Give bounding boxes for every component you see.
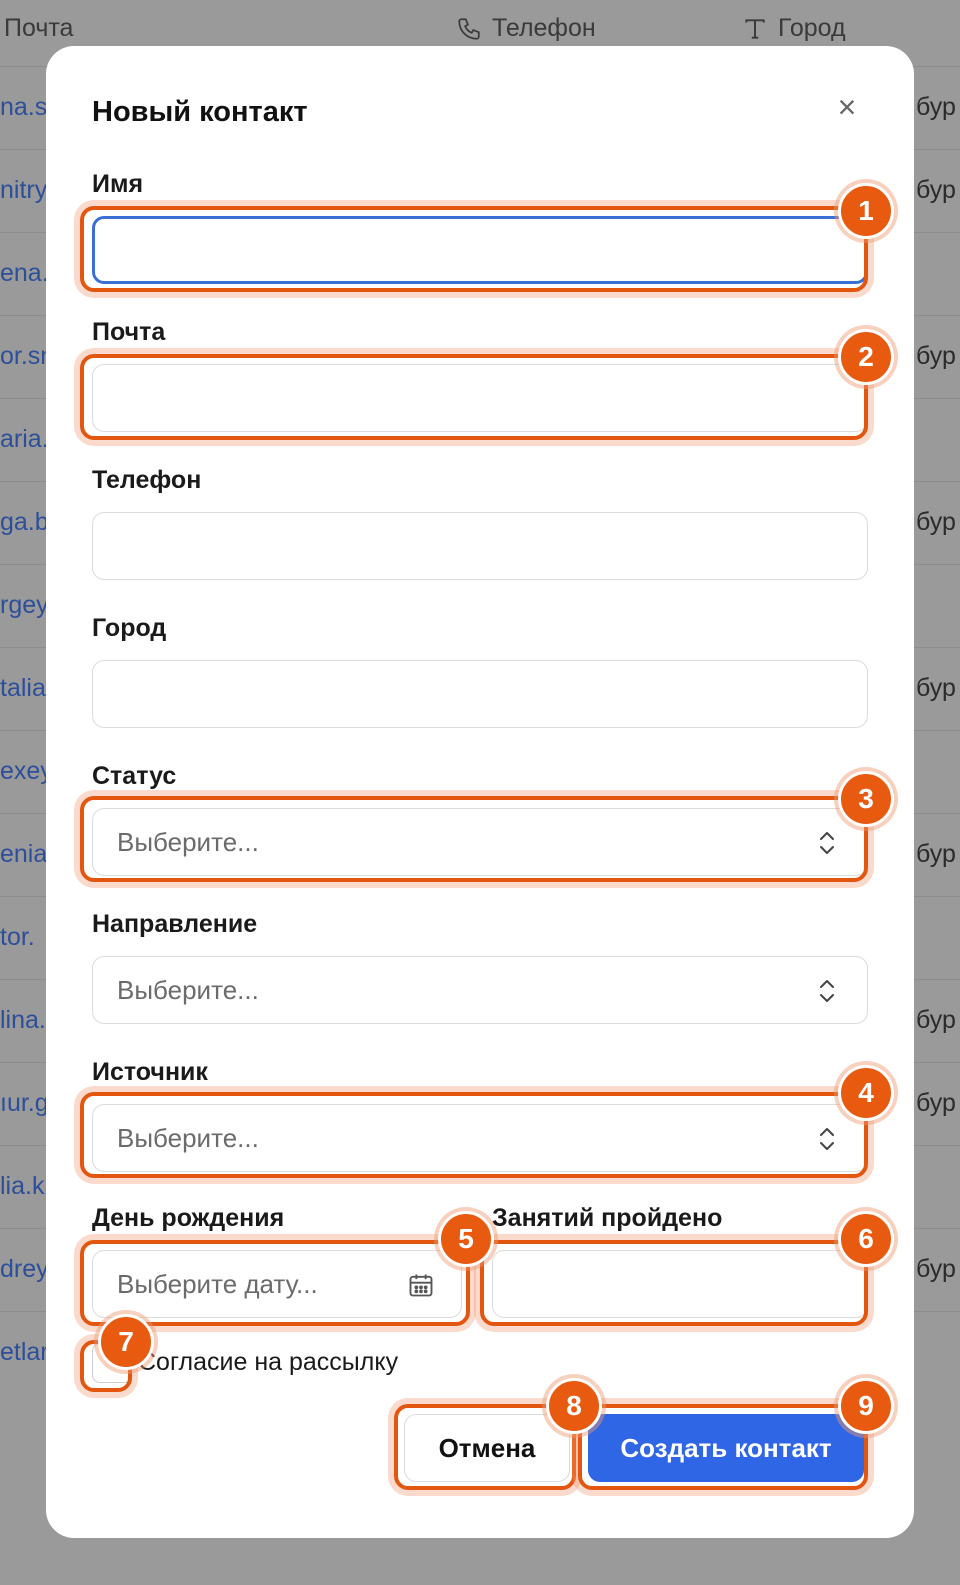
background-city-cell: бур (916, 1255, 956, 1283)
consent-label: Согласие на рассылку (138, 1348, 399, 1376)
background-city-cell: бур (916, 176, 956, 204)
background-email-cell: rgey (0, 591, 49, 619)
background-city-cell: бур (916, 342, 956, 370)
annotation-badge-7: 7 (98, 1314, 154, 1370)
background-city-cell: бур (916, 1089, 956, 1117)
column-phone: Телефон (456, 14, 596, 43)
chevron-up-down-icon (820, 1128, 834, 1150)
phone-icon (458, 17, 480, 40)
birthday-label: День рождения (92, 1204, 285, 1232)
annotation-badge-3: 3 (838, 771, 894, 827)
background-email-cell: exey (0, 757, 53, 785)
annotation-badge-9: 9 (838, 1378, 894, 1434)
email-input[interactable] (92, 364, 868, 432)
chevron-up-down-icon (820, 980, 834, 1002)
background-city-cell: бур (916, 840, 956, 868)
background-email-cell: aria. (0, 425, 49, 453)
background-email-cell: talia (0, 674, 46, 702)
name-label: Имя (92, 170, 144, 198)
phone-input[interactable] (92, 512, 868, 580)
background-city-cell: бур (916, 674, 956, 702)
annotation-badge-2: 2 (838, 329, 894, 385)
email-label: Почта (92, 318, 166, 346)
chevron-up-down-icon (820, 832, 834, 854)
column-email: Почта (4, 14, 74, 42)
background-city-cell: бур (916, 1006, 956, 1034)
status-label: Статус (92, 762, 177, 790)
phone-label: Телефон (92, 466, 202, 494)
annotation-badge-1: 1 (838, 183, 894, 239)
source-placeholder: Выберите... (117, 1122, 259, 1153)
calendar-icon (409, 1274, 433, 1297)
background-email-cell: lina. (0, 1006, 46, 1034)
background-email-cell: nitry (0, 176, 48, 204)
create-contact-button[interactable]: Создать контакт (588, 1414, 864, 1482)
background-email-cell: enia (0, 840, 48, 868)
close-icon[interactable]: × (832, 91, 862, 123)
lessons-input[interactable] (492, 1250, 868, 1318)
direction-placeholder: Выберите... (117, 974, 259, 1005)
text-type-icon (745, 18, 765, 39)
annotation-badge-8: 8 (546, 1378, 602, 1434)
direction-select[interactable]: Выберите... (92, 956, 868, 1024)
annotation-badge-4: 4 (838, 1065, 894, 1121)
background-email-cell: na.s (0, 93, 48, 121)
name-input[interactable] (92, 216, 868, 284)
background-email-cell: drey (0, 1255, 49, 1283)
background-city-cell: бур (916, 508, 956, 536)
background-email-cell: ıur.g (0, 1089, 49, 1117)
background-email-cell: etlar (0, 1338, 49, 1366)
background-email-cell: tor. (0, 923, 35, 951)
source-label: Источник (92, 1058, 208, 1086)
background-email-cell: ga.b (0, 508, 49, 536)
new-contact-modal: Новый контакт × Имя Почта Телефон Город … (46, 46, 914, 1538)
source-select[interactable]: Выберите... (92, 1104, 868, 1172)
birthday-datepicker[interactable]: Выберите дату... (92, 1250, 462, 1318)
birthday-placeholder: Выберите дату... (117, 1268, 318, 1299)
status-select[interactable]: Выберите... (92, 808, 868, 876)
cancel-button[interactable]: Отмена (404, 1414, 570, 1482)
city-input[interactable] (92, 660, 868, 728)
modal-title: Новый контакт (92, 96, 308, 128)
background-email-cell: lia.k (0, 1172, 45, 1200)
background-city-cell: бур (916, 93, 956, 121)
annotation-badge-6: 6 (838, 1211, 894, 1267)
lessons-label: Занятий пройдено (492, 1204, 723, 1232)
city-label: Город (92, 614, 167, 642)
annotation-badge-5: 5 (438, 1211, 494, 1267)
direction-label: Направление (92, 910, 258, 938)
status-placeholder: Выберите... (117, 826, 259, 857)
column-city: Город (742, 14, 846, 43)
